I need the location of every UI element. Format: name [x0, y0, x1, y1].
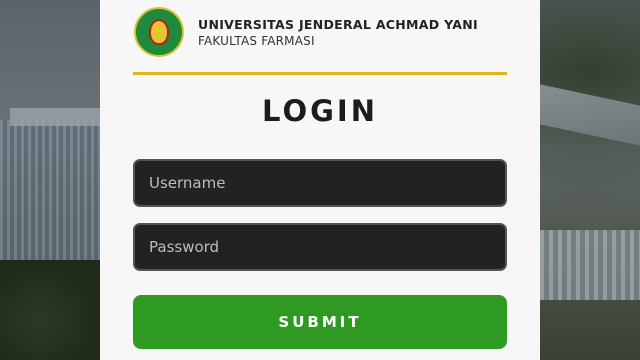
- username-input[interactable]: [133, 159, 507, 207]
- password-input[interactable]: [133, 223, 507, 271]
- header-divider: [133, 72, 507, 75]
- submit-button[interactable]: SUBMIT: [133, 295, 507, 349]
- university-name: UNIVERSITAS JENDERAL ACHMAD YANI: [198, 16, 478, 32]
- brand-header: UNIVERSITAS JENDERAL ACHMAD YANI FAKULTA…: [134, 6, 478, 58]
- background-roof-left: [10, 108, 100, 126]
- page-title: LOGIN: [262, 94, 378, 128]
- brand-text: UNIVERSITAS JENDERAL ACHMAD YANI FAKULTA…: [198, 17, 478, 48]
- background-structure-right: [540, 230, 640, 300]
- login-card: UNIVERSITAS JENDERAL ACHMAD YANI FAKULTA…: [100, 0, 540, 360]
- background-trees: [0, 260, 100, 360]
- background-road-right: [540, 84, 640, 146]
- background-building-left: [0, 120, 100, 270]
- university-seal-icon: [134, 7, 184, 57]
- faculty-name: FAKULTAS FARMASI: [198, 33, 315, 48]
